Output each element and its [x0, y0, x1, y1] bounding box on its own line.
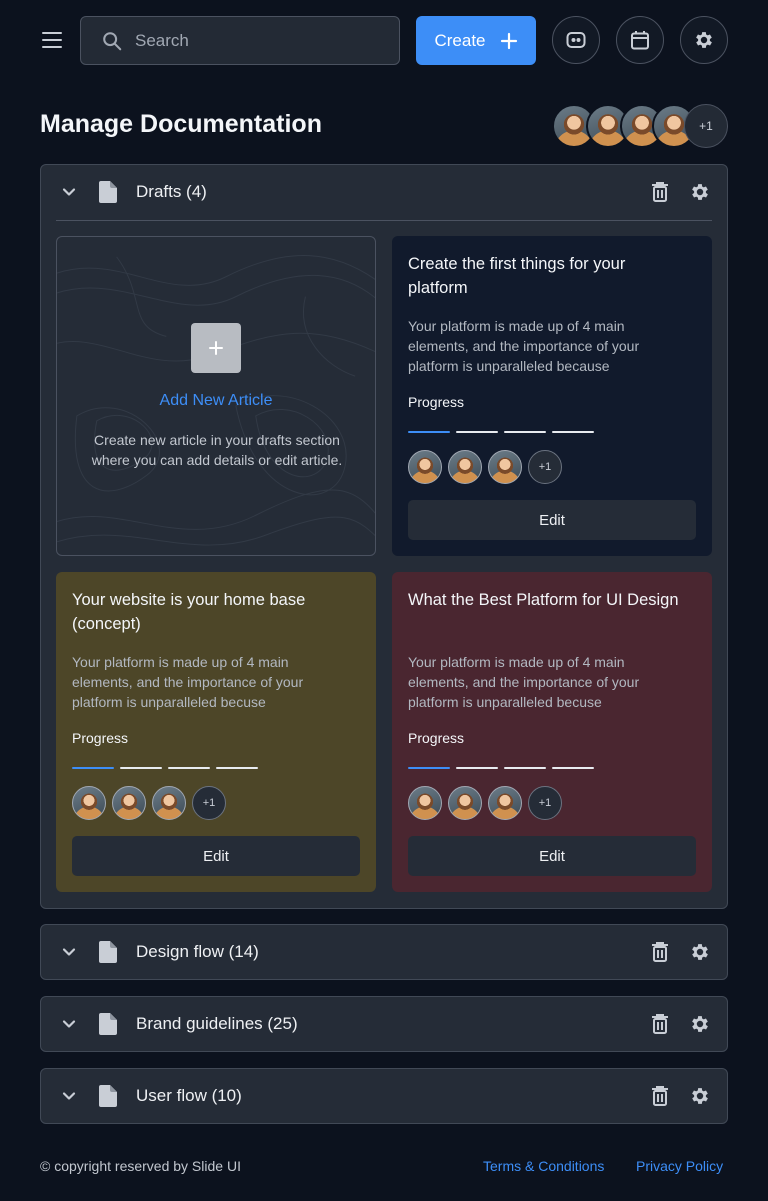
settings-button[interactable]	[680, 16, 728, 64]
trash-icon[interactable]	[650, 941, 670, 963]
edit-button[interactable]: Edit	[72, 836, 360, 876]
document-icon	[99, 941, 117, 963]
plus-icon	[500, 32, 517, 49]
section-title: Brand guidelines (25)	[136, 1014, 298, 1033]
drafts-panel-header[interactable]: Drafts (4)	[41, 165, 727, 219]
calendar-icon	[631, 31, 649, 50]
progress-steps	[408, 767, 594, 769]
search-icon	[103, 31, 122, 50]
edit-button[interactable]: Edit	[408, 500, 696, 540]
progress-step	[552, 431, 594, 433]
trash-icon[interactable]	[650, 1085, 670, 1107]
gear-icon	[696, 32, 712, 48]
progress-steps	[72, 767, 258, 769]
chevron-down-icon[interactable]	[59, 942, 79, 962]
more-members-badge[interactable]: +1	[528, 786, 562, 820]
create-button[interactable]: Create	[416, 16, 536, 65]
progress-step	[408, 767, 450, 769]
gear-icon[interactable]	[689, 941, 711, 963]
page-title: Manage Documentation	[40, 110, 322, 138]
drafts-title: Drafts (4)	[136, 182, 207, 201]
article-description: Your platform is made up of 4 main eleme…	[408, 654, 640, 710]
avatar	[448, 450, 482, 484]
avatar	[72, 786, 106, 820]
progress-step	[456, 767, 498, 769]
gear-icon[interactable]	[689, 1085, 711, 1107]
avatar	[152, 786, 186, 820]
section-title: User flow (10)	[136, 1086, 242, 1105]
avatar	[408, 450, 442, 484]
chat-button[interactable]	[552, 16, 600, 64]
section-brand-guidelines[interactable]: Brand guidelines (25)	[40, 996, 728, 1052]
card-avatars[interactable]: +1	[408, 786, 568, 820]
progress-step	[72, 767, 114, 769]
article-title: Create the first things for your platfor…	[408, 255, 626, 297]
progress-step	[456, 431, 498, 433]
privacy-link[interactable]: Privacy Policy	[636, 1158, 723, 1174]
more-members-badge[interactable]: +1	[684, 104, 728, 148]
article-card: Your website is your home base (concept)…	[56, 572, 376, 892]
edit-button[interactable]: Edit	[408, 836, 696, 876]
progress-step	[552, 767, 594, 769]
add-article-plus-button[interactable]	[191, 323, 241, 373]
drafts-panel: Drafts (4) Add New Article Create new ar…	[40, 164, 728, 909]
gear-icon[interactable]	[689, 181, 711, 203]
section-design-flow[interactable]: Design flow (14)	[40, 924, 728, 980]
more-members-badge[interactable]: +1	[528, 450, 562, 484]
progress-step	[120, 767, 162, 769]
hamburger-menu-icon	[42, 32, 62, 34]
section-user-flow[interactable]: User flow (10)	[40, 1068, 728, 1124]
trash-icon[interactable]	[650, 181, 670, 203]
progress-label: Progress	[72, 730, 129, 746]
panel-divider	[56, 220, 712, 221]
chevron-down-icon[interactable]	[59, 1014, 79, 1034]
progress-step	[504, 431, 546, 433]
card-avatars[interactable]: +1	[408, 450, 568, 484]
card-avatars[interactable]: +1	[72, 786, 232, 820]
plus-icon	[209, 341, 223, 355]
search-input[interactable]	[135, 30, 365, 51]
article-title: What the Best Platform for UI Design	[408, 591, 679, 609]
hamburger-menu-button[interactable]	[40, 30, 64, 50]
create-button-label: Create	[434, 30, 486, 50]
progress-step	[216, 767, 258, 769]
progress-steps	[408, 431, 594, 433]
add-new-article-link[interactable]: Add New Article	[57, 392, 375, 410]
progress-step	[168, 767, 210, 769]
article-title: Your website is your home base (concept)	[72, 591, 306, 633]
progress-label: Progress	[408, 394, 465, 410]
section-title: Design flow (14)	[136, 942, 259, 961]
more-members-badge[interactable]: +1	[192, 786, 226, 820]
avatar	[448, 786, 482, 820]
document-icon	[99, 1085, 117, 1107]
team-avatars[interactable]: +1	[552, 104, 732, 148]
avatar	[408, 786, 442, 820]
add-article-description: Create new article in your drafts sectio…	[91, 432, 343, 468]
document-icon	[99, 181, 117, 203]
article-description: Your platform is made up of 4 main eleme…	[408, 318, 640, 374]
chat-icon	[566, 32, 586, 48]
avatar	[488, 450, 522, 484]
chevron-down-icon[interactable]	[59, 1086, 79, 1106]
progress-step	[408, 431, 450, 433]
search-box[interactable]	[80, 16, 400, 65]
article-description: Your platform is made up of 4 main eleme…	[72, 654, 304, 710]
copyright-text: © copyright reserved by Slide UI	[40, 1158, 241, 1174]
trash-icon[interactable]	[650, 1013, 670, 1035]
article-card: What the Best Platform for UI Design You…	[392, 572, 712, 892]
avatar	[112, 786, 146, 820]
article-card: Create the first things for your platfor…	[392, 236, 712, 556]
add-article-card[interactable]: Add New Article Create new article in yo…	[56, 236, 376, 556]
gear-icon[interactable]	[689, 1013, 711, 1035]
progress-label: Progress	[408, 730, 465, 746]
avatar	[488, 786, 522, 820]
chevron-down-icon[interactable]	[59, 182, 79, 202]
terms-link[interactable]: Terms & Conditions	[483, 1158, 604, 1174]
document-icon	[99, 1013, 117, 1035]
progress-step	[504, 767, 546, 769]
calendar-button[interactable]	[616, 16, 664, 64]
